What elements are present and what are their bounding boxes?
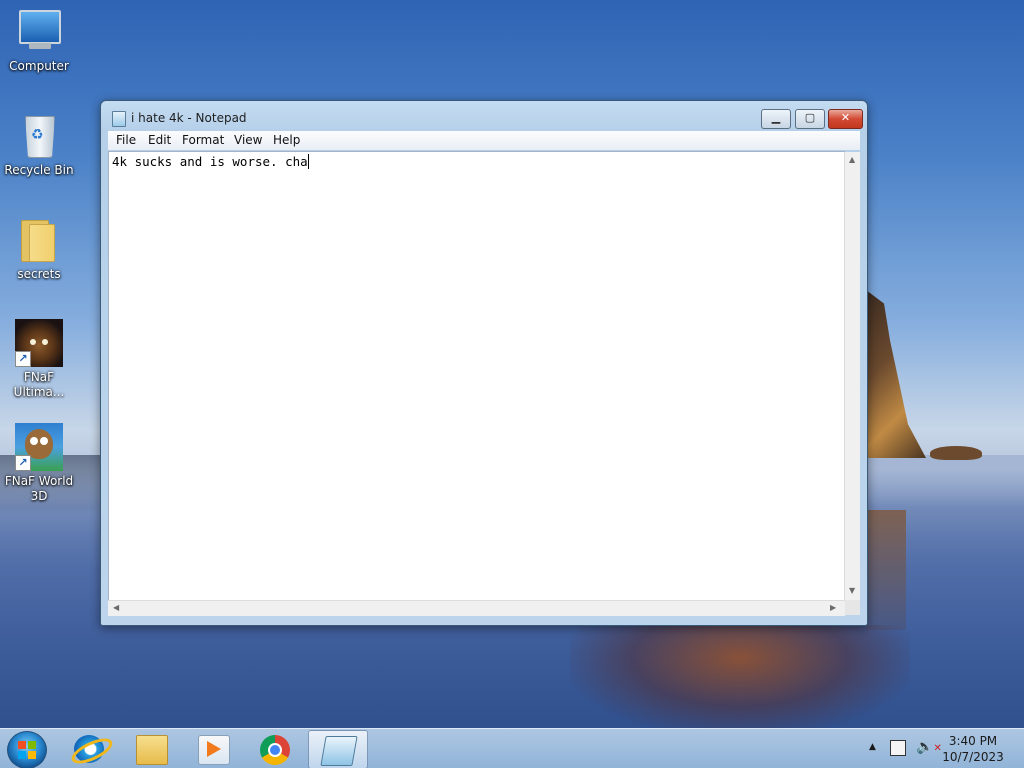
- notepad-icon: [112, 111, 126, 127]
- horizontal-scrollbar[interactable]: ◀ ▶: [108, 600, 845, 616]
- desktop-icon-fnaf-ultimate[interactable]: ↗ FNaF Ultima...: [0, 319, 78, 400]
- wallpaper-cliff: [866, 290, 926, 458]
- wallpaper-reflection: [570, 625, 910, 735]
- network-icon[interactable]: [890, 740, 906, 756]
- desktop-icon-recycle-bin[interactable]: ♻ Recycle Bin: [0, 112, 78, 178]
- wallpaper-cliff-reflection: [866, 510, 906, 630]
- taskbar-file-explorer[interactable]: [122, 730, 180, 767]
- maximize-button[interactable]: ▢: [795, 109, 825, 129]
- taskbar-media-player[interactable]: [184, 730, 242, 767]
- taskbar-internet-explorer[interactable]: [60, 730, 118, 768]
- clock-time[interactable]: 3:40 PM: [938, 734, 1008, 748]
- minimize-button[interactable]: ▁: [761, 109, 791, 129]
- desktop-icon-label: secrets: [17, 267, 61, 281]
- desktop-icon-label: FNaF World 3D: [4, 474, 74, 503]
- size-grip[interactable]: [845, 600, 860, 615]
- start-button[interactable]: [7, 731, 47, 768]
- menu-help[interactable]: Help: [273, 133, 300, 147]
- taskbar-chrome[interactable]: [246, 730, 304, 767]
- desktop: Computer ♻ Recycle Bin secrets ↗ FNaF Ult…: [0, 0, 1024, 768]
- chrome-icon: [260, 735, 290, 765]
- notepad-icon: [320, 736, 358, 766]
- media-player-icon: [198, 735, 230, 765]
- menu-file[interactable]: File: [116, 133, 136, 147]
- window-title: i hate 4k - Notepad: [131, 111, 247, 125]
- menu-format[interactable]: Format: [182, 133, 224, 147]
- editor-content[interactable]: 4k sucks and is worse. cha: [112, 154, 309, 169]
- close-button[interactable]: ✕: [828, 109, 863, 129]
- taskbar-notepad[interactable]: [308, 730, 368, 768]
- show-hidden-icons-icon[interactable]: ▲: [869, 742, 876, 752]
- menu-edit[interactable]: Edit: [148, 133, 171, 147]
- taskbar: ▲ 🔈✕ 3:40 PM 10/7/2023: [0, 728, 1024, 768]
- recycle-bin-icon: ♻: [15, 112, 63, 160]
- scroll-down-icon[interactable]: ▼: [849, 586, 855, 595]
- file-explorer-icon: [136, 735, 168, 765]
- desktop-icon-label: FNaF Ultima...: [13, 370, 65, 399]
- system-tray: ▲ 🔈✕ 3:40 PM 10/7/2023: [860, 729, 1024, 768]
- text-caret: [307, 154, 309, 169]
- desktop-icon-secrets[interactable]: secrets: [0, 216, 78, 282]
- desktop-icon-fnaf-world-3d[interactable]: ↗ FNaF World 3D: [0, 423, 78, 504]
- shortcut-arrow-icon: ↗: [15, 455, 31, 471]
- computer-icon: [15, 8, 63, 56]
- folder-icon: [15, 216, 63, 264]
- desktop-icon-computer[interactable]: Computer: [0, 8, 78, 74]
- text-editor[interactable]: 4k sucks and is worse. cha: [108, 151, 845, 601]
- clock-date[interactable]: 10/7/2023: [938, 750, 1008, 764]
- scroll-left-icon[interactable]: ◀: [113, 603, 119, 612]
- scroll-right-icon[interactable]: ▶: [830, 603, 836, 612]
- notepad-window[interactable]: i hate 4k - Notepad ▁ ▢ ✕ File Edit Form…: [100, 100, 868, 626]
- vertical-scrollbar[interactable]: ▲ ▼: [844, 152, 860, 600]
- scroll-up-icon[interactable]: ▲: [849, 155, 855, 164]
- menu-bar: File Edit Format View Help: [108, 131, 860, 150]
- windows-logo-icon: [18, 741, 36, 759]
- menu-view[interactable]: View: [234, 133, 262, 147]
- fnaf-game-icon: ↗: [15, 319, 63, 367]
- fnaf-world-game-icon: ↗: [15, 423, 63, 471]
- wallpaper-rock: [930, 446, 982, 460]
- desktop-icon-label: Computer: [9, 59, 69, 73]
- desktop-icon-label: Recycle Bin: [4, 163, 74, 177]
- title-bar[interactable]: i hate 4k - Notepad ▁ ▢ ✕: [101, 101, 867, 131]
- shortcut-arrow-icon: ↗: [15, 351, 31, 367]
